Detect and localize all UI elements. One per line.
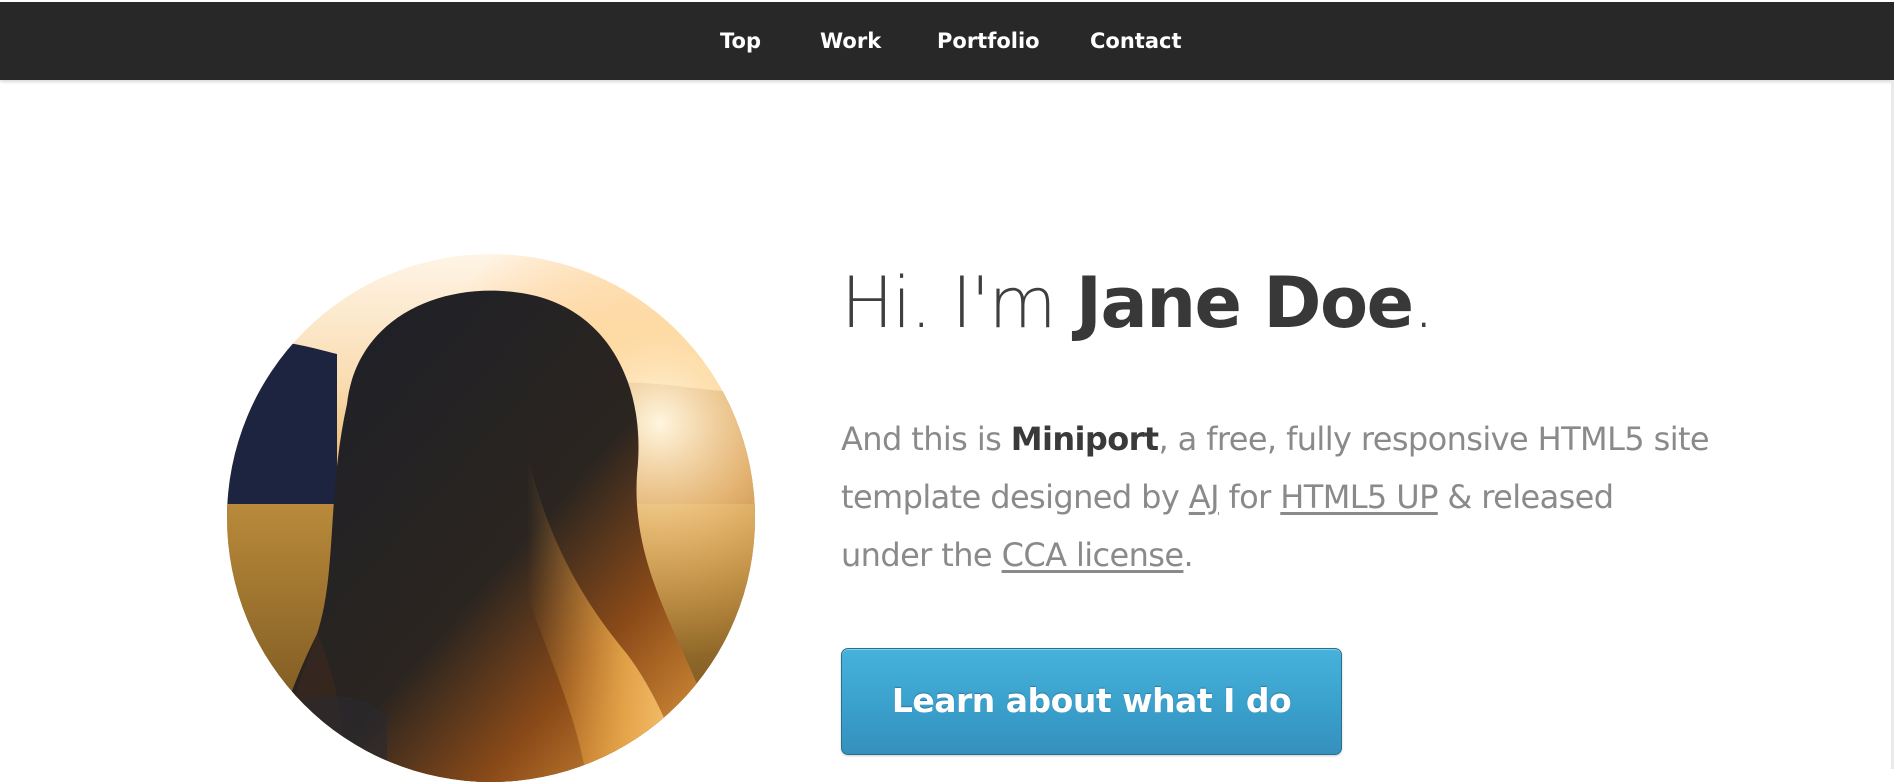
nav-link-work[interactable]: Work xyxy=(820,29,881,53)
intro-text: . xyxy=(1183,536,1194,574)
intro-line-1: And this is Miniport, a free, fully resp… xyxy=(841,410,1710,468)
headline-period: . xyxy=(1412,262,1435,344)
intro-line-2: template designed by AJ for HTML5 UP & r… xyxy=(841,468,1701,526)
top-nav-bar: Top Work Portfolio Contact xyxy=(0,0,1894,80)
designer-link[interactable]: AJ xyxy=(1189,478,1220,516)
intro-text: And this is xyxy=(841,420,1011,458)
portrait-photo xyxy=(227,254,755,782)
intro-text: template designed by xyxy=(841,478,1189,516)
nav-link-contact[interactable]: Contact xyxy=(1090,29,1182,53)
nav-link-top[interactable]: Top xyxy=(720,29,761,53)
publisher-link[interactable]: HTML5 UP xyxy=(1280,478,1438,516)
intro-text: , a free, fully responsive HTML5 site xyxy=(1158,420,1710,458)
license-link[interactable]: CCA license xyxy=(1002,536,1184,574)
intro-line-3: under the CCA license. xyxy=(841,526,1701,584)
intro-text: under the xyxy=(841,536,1002,574)
hero-headline: Hi. I'm Jane Doe. xyxy=(841,258,1435,348)
headline-greeting: Hi. I'm xyxy=(841,262,1076,344)
portrait-illustration xyxy=(227,254,755,782)
intro-text: & released xyxy=(1437,478,1614,516)
hero-intro: And this is Miniport, a free, fully resp… xyxy=(841,410,1710,584)
headline-name: Jane Doe xyxy=(1075,262,1414,344)
intro-text: for xyxy=(1218,478,1281,516)
nav-link-portfolio[interactable]: Portfolio xyxy=(937,29,1040,53)
brand-name: Miniport xyxy=(1010,420,1159,458)
learn-more-button[interactable]: Learn about what I do xyxy=(841,648,1342,755)
